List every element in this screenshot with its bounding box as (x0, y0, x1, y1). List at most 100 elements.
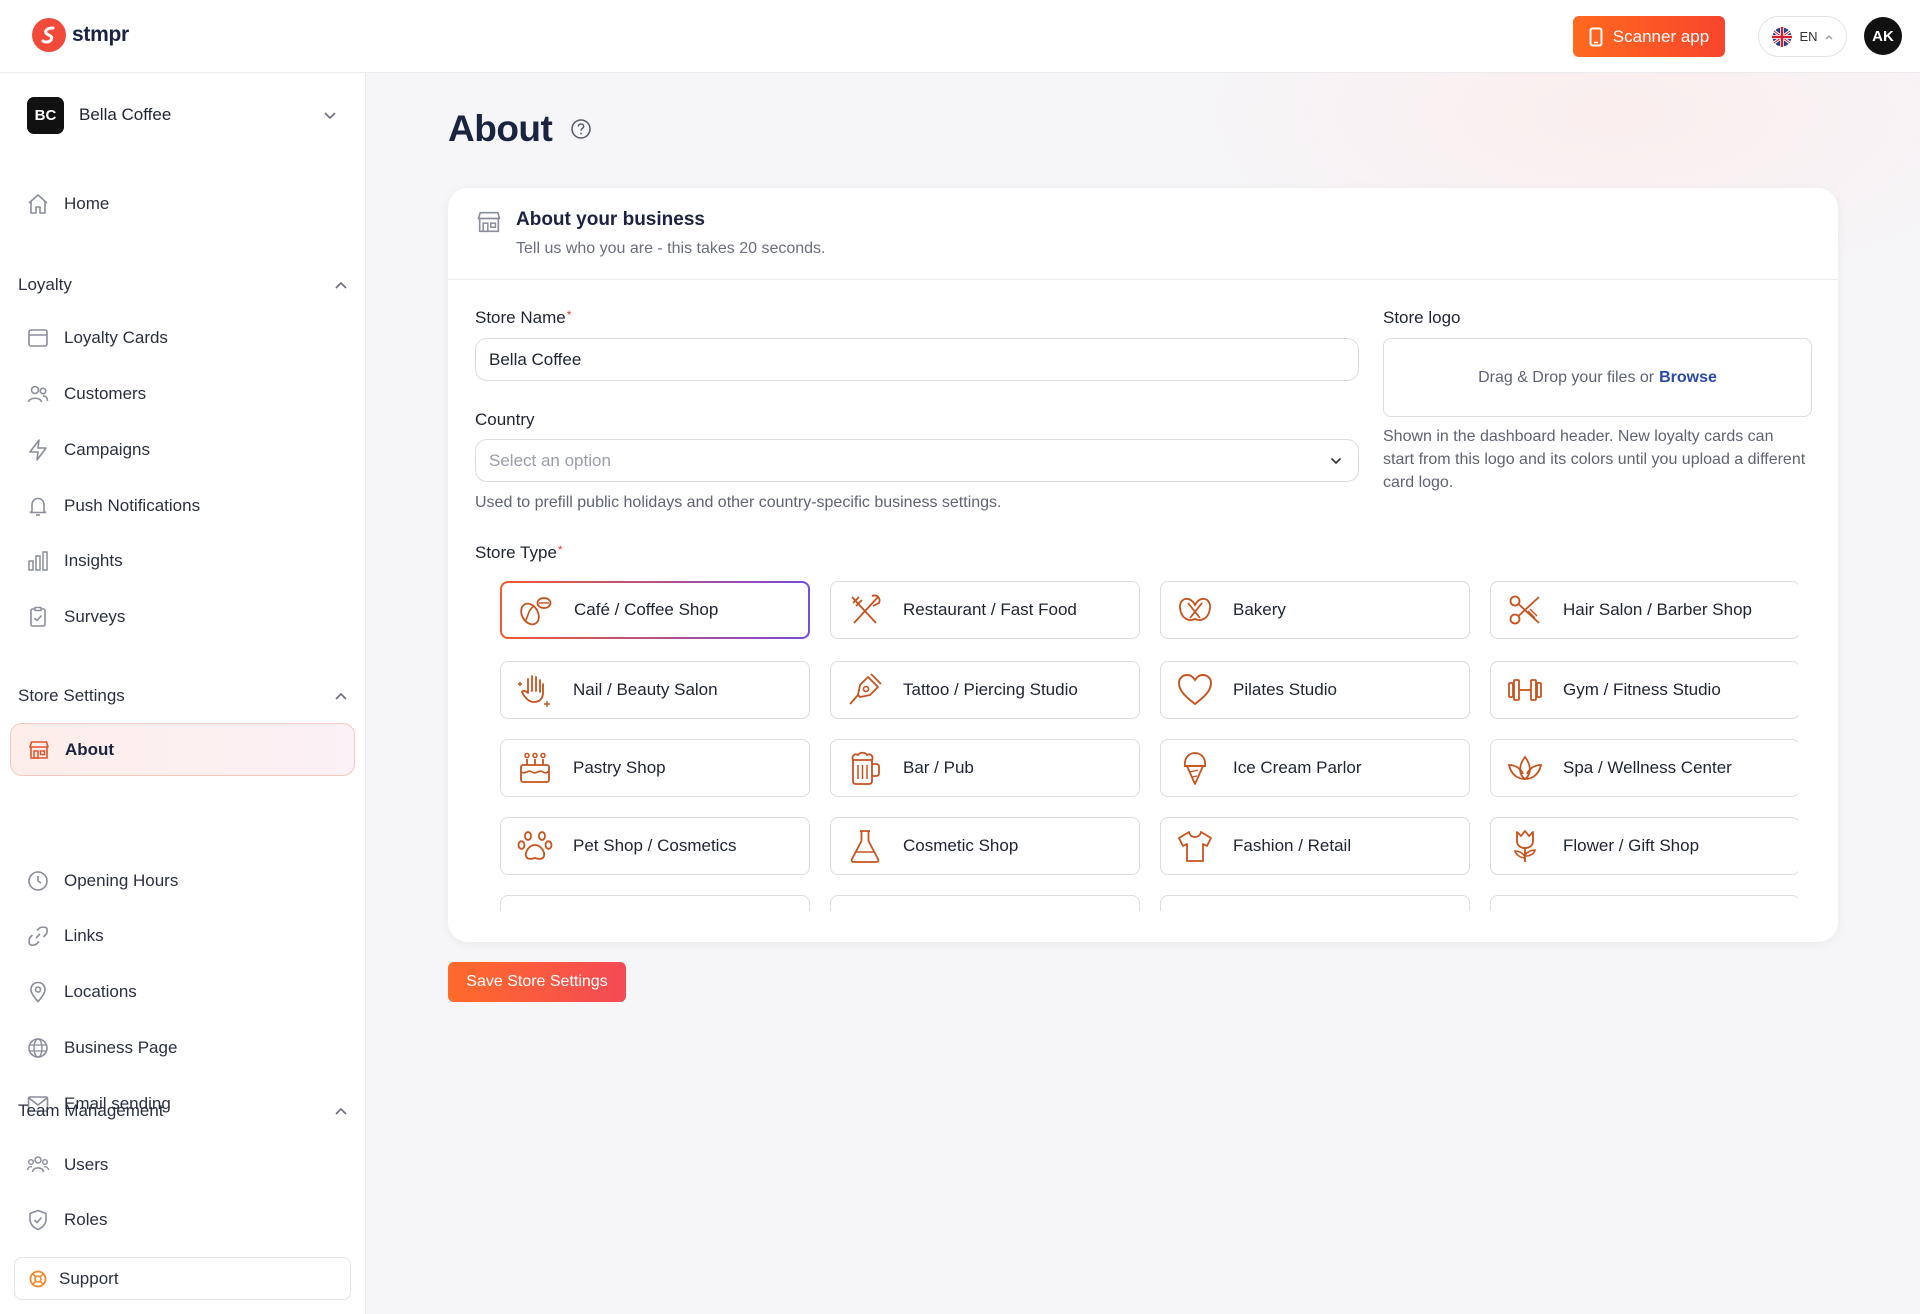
paw-icon (515, 826, 555, 866)
sidebar-item-opening-hours[interactable]: Opening Hours (10, 856, 355, 906)
lightning-icon (25, 437, 51, 463)
sidebar-item-label: Campaigns (64, 440, 150, 459)
store-type-restaurant[interactable]: Restaurant / Fast Food (830, 581, 1140, 639)
store-type-label: Tattoo / Piercing Studio (903, 680, 1078, 699)
section-label: Team Management (18, 1101, 164, 1120)
store-type-gym[interactable]: Gym / Fitness Studio (1490, 661, 1798, 719)
store-type-fashion[interactable]: Fashion / Retail (1160, 817, 1470, 875)
section-loyalty[interactable]: Loyalty (18, 275, 348, 295)
support-button[interactable]: Support (14, 1257, 351, 1300)
store-type-ice-cream[interactable]: Ice Cream Parlor (1160, 739, 1470, 797)
sidebar-item-business-page[interactable]: Business Page (10, 1023, 355, 1073)
store-type-label: Store Type* (475, 543, 563, 563)
store-type-tattoo[interactable]: Tattoo / Piercing Studio (830, 661, 1140, 719)
store-type-hair-salon[interactable]: Hair Salon / Barber Shop (1490, 581, 1798, 639)
browse-link[interactable]: Browse (1659, 369, 1717, 387)
globe-icon (25, 1035, 51, 1061)
store-type-label: Bakery (1233, 600, 1286, 619)
sidebar-item-surveys[interactable]: Surveys (10, 592, 355, 642)
store-type-pilates[interactable]: Pilates Studio (1160, 661, 1470, 719)
language-selector[interactable]: EN (1758, 16, 1847, 57)
pen-nib-icon (845, 670, 885, 710)
card-subtitle: Tell us who you are - this takes 20 seco… (516, 240, 826, 257)
sidebar-item-users[interactable]: Users (10, 1140, 355, 1190)
store-type-pet-shop[interactable]: Pet Shop / Cosmetics (500, 817, 810, 875)
store-type-flower-shop[interactable]: Flower / Gift Shop (1490, 817, 1798, 875)
uk-flag-icon (1772, 26, 1793, 47)
beer-mug-icon (845, 748, 885, 788)
store-type-label: Ice Cream Parlor (1233, 758, 1362, 777)
scanner-app-label: Scanner app (1612, 26, 1710, 46)
country-placeholder: Select an option (489, 450, 611, 470)
store-type-nail-salon[interactable]: Nail / Beauty Salon (500, 661, 810, 719)
sidebar-item-label: Home (64, 194, 110, 213)
flask-icon (845, 826, 885, 866)
store-type-pastry-shop[interactable]: Pastry Shop (500, 739, 810, 797)
business-switcher[interactable]: BC Bella Coffee (27, 95, 337, 135)
users-group-icon (25, 1152, 51, 1178)
logo-dropzone[interactable]: Drag & Drop your files or Browse (1383, 338, 1812, 417)
sidebar-item-links[interactable]: Links (10, 911, 355, 961)
store-type-label: Pilates Studio (1233, 680, 1337, 699)
sidebar-item-customers[interactable]: Customers (10, 369, 355, 419)
card-title: About your business (516, 209, 705, 230)
section-store-settings[interactable]: Store Settings (18, 686, 348, 706)
store-type-label: Gym / Fitness Studio (1563, 680, 1721, 699)
sidebar-item-label: Users (64, 1155, 109, 1174)
scanner-app-button[interactable]: Scanner app (1573, 16, 1725, 57)
store-type-more[interactable] (500, 895, 810, 911)
store-type-label: Spa / Wellness Center (1563, 758, 1732, 777)
country-hint: Used to prefill public holidays and othe… (475, 494, 1002, 511)
section-team-management[interactable]: Team Management (18, 1101, 348, 1121)
required-marker: * (557, 543, 563, 557)
page-title: About (448, 108, 592, 150)
top-bar: stmpr Scanner app EN AK (0, 0, 1920, 73)
store-name-label: Store Name* (475, 308, 571, 328)
store-type-bakery[interactable]: Bakery (1160, 581, 1470, 639)
sidebar-item-label: Insights (64, 551, 123, 570)
sidebar-item-about[interactable]: About (10, 723, 355, 776)
storefront-icon (26, 737, 52, 763)
sidebar-item-label: Links (64, 926, 104, 945)
country-select[interactable]: Select an option (475, 439, 1359, 482)
sidebar-item-loyalty-cards[interactable]: Loyalty Cards (10, 313, 355, 363)
store-type-more[interactable] (1490, 895, 1798, 911)
store-type-more[interactable] (830, 895, 1140, 911)
scissors-comb-icon (1505, 590, 1545, 630)
sidebar: BC Bella Coffee Home Loyalty Loyalty Car… (0, 73, 366, 1314)
logo-hint: Shown in the dashboard header. New loyal… (1383, 428, 1806, 491)
phone-icon (1589, 27, 1603, 47)
store-type-spa[interactable]: Spa / Wellness Center (1490, 739, 1798, 797)
ice-cream-icon (1175, 748, 1215, 788)
store-name-input[interactable]: Bella Coffee (475, 338, 1359, 381)
required-marker: * (566, 308, 572, 322)
sidebar-item-locations[interactable]: Locations (10, 967, 355, 1017)
store-type-more[interactable] (1160, 895, 1470, 911)
tulip-icon (1505, 826, 1545, 866)
store-type-cosmetic-shop[interactable]: Cosmetic Shop (830, 817, 1140, 875)
sidebar-item-campaigns[interactable]: Campaigns (10, 425, 355, 475)
hand-sparkle-icon (515, 670, 555, 710)
store-type-bar[interactable]: Bar / Pub (830, 739, 1140, 797)
sidebar-item-roles[interactable]: Roles (10, 1195, 355, 1245)
lifebuoy-icon (29, 1270, 47, 1288)
section-label: Loyalty (18, 275, 72, 294)
home-icon (25, 191, 51, 217)
user-avatar[interactable]: AK (1864, 17, 1902, 55)
sidebar-item-push-notifications[interactable]: Push Notifications (10, 481, 355, 531)
language-code: EN (1799, 29, 1818, 44)
sidebar-item-insights[interactable]: Insights (10, 536, 355, 586)
save-store-settings-button[interactable]: Save Store Settings (448, 962, 626, 1002)
tshirt-icon (1175, 826, 1215, 866)
dropzone-text: Drag & Drop your files or (1478, 368, 1655, 386)
app-logo[interactable]: stmpr (32, 18, 129, 52)
store-type-cafe[interactable]: Café / Coffee Shop (500, 581, 810, 639)
coffee-bean-icon (516, 590, 556, 630)
card-icon (25, 325, 51, 351)
store-type-label: Hair Salon / Barber Shop (1563, 600, 1752, 619)
help-circle-icon[interactable] (570, 118, 592, 140)
card-header: About your business Tell us who you are … (448, 188, 1838, 280)
chevron-up-icon (1825, 34, 1833, 40)
sidebar-item-home[interactable]: Home (10, 179, 355, 229)
link-icon (25, 923, 51, 949)
